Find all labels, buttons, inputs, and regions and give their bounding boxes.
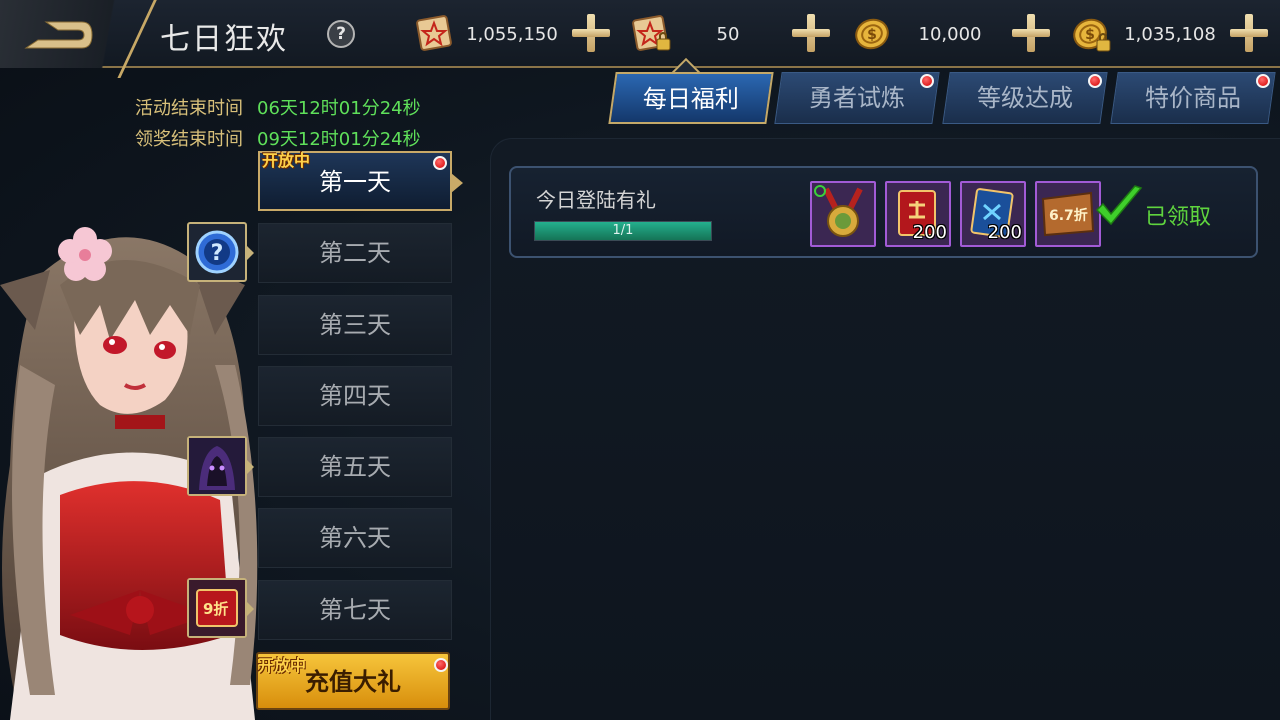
back-arrow-icon [24, 21, 93, 49]
notification-dot [434, 658, 448, 672]
day-label: 第一天 [319, 168, 391, 196]
resource-value: 10,000 [918, 24, 982, 45]
notification-dot [433, 156, 447, 170]
scroll-pentagram-icon [416, 15, 452, 51]
reward-count: 200 [987, 222, 1022, 243]
mystery-orb-icon: ? [195, 230, 239, 274]
check-icon [1095, 185, 1143, 226]
day-label: 第五天 [319, 453, 391, 481]
day-4-button[interactable]: 第四天 [258, 366, 452, 426]
day-2-button[interactable]: 第二天 [258, 223, 452, 283]
resource-value: 1,035,108 [1124, 24, 1216, 45]
coupon-text: 6.7折 [1049, 208, 1088, 224]
task-progress-bar: 1/1 [534, 221, 712, 241]
page-title: 七日狂欢 [160, 22, 288, 57]
event-end-time: 活动结束时间 06天12时01分24秒 [135, 94, 421, 120]
resource-locked-gold: $ 1,035,108 [1070, 12, 1240, 56]
gold-coin-icon: $ [855, 18, 889, 50]
tab-daily-welfare[interactable]: 每日福利 [608, 72, 774, 124]
day-1-button[interactable]: 开放中 第一天 [258, 151, 463, 211]
svg-text:?: ? [211, 241, 224, 266]
resource-locked-scroll: 50 [630, 12, 790, 56]
tab-label: 等级达成 [977, 84, 1073, 112]
tab-label: 勇者试炼 [809, 84, 905, 112]
top-bar: 七日狂欢 ? 1,055,150 50 $ 10,000 $ 1,035,108 [0, 0, 1280, 78]
tab-level-reached[interactable]: 等级达成 [942, 72, 1108, 124]
reward-slot[interactable]: 200 [960, 181, 1026, 247]
day-label: 第七天 [319, 596, 391, 624]
add-locked-scroll-button[interactable] [792, 14, 830, 52]
claim-end-time: 领奖结束时间 09天12时01分24秒 [135, 125, 421, 151]
reward-slot[interactable]: 6.7折 [1035, 181, 1101, 247]
day-3-button[interactable]: 第三天 [258, 295, 452, 355]
reward-slot[interactable]: 200 [885, 181, 951, 247]
svg-text:$: $ [867, 27, 877, 43]
day-7-button[interactable]: 第七天 [258, 580, 452, 640]
tab-special-offers[interactable]: 特价商品 [1110, 72, 1276, 124]
resource-value: 1,055,150 [466, 24, 558, 45]
add-locked-gold-button[interactable] [1230, 14, 1268, 52]
day-label: 第二天 [319, 239, 391, 267]
event-end-value: 06天12时01分24秒 [257, 98, 421, 119]
day-5-button[interactable]: 第五天 [258, 437, 452, 497]
day-label: 第六天 [319, 524, 391, 552]
recharge-label: 充值大礼 [305, 668, 401, 696]
add-scroll-button[interactable] [572, 14, 610, 52]
back-button[interactable] [0, 0, 160, 78]
hooded-hero-icon [189, 438, 245, 494]
add-gold-button[interactable] [1012, 14, 1050, 52]
task-title: 今日登陆有礼 [536, 188, 656, 212]
reward-slot[interactable] [810, 181, 876, 247]
tab-label: 每日福利 [642, 85, 739, 113]
medal-icon [812, 183, 874, 245]
svg-text:$: $ [1085, 27, 1095, 43]
claim-end-label: 领奖结束时间 [135, 129, 243, 150]
claim-end-value: 09天12时01分24秒 [257, 129, 421, 150]
resource-value: 50 [716, 24, 740, 45]
notification-dot [1256, 74, 1270, 88]
event-end-label: 活动结束时间 [135, 98, 243, 119]
question-icon[interactable]: ? [327, 20, 355, 48]
day-5-preview[interactable] [187, 436, 254, 496]
day-label: 第四天 [319, 382, 391, 410]
discount-card-text: 9折 [203, 600, 229, 618]
notification-dot [1088, 74, 1102, 88]
tab-hero-trial[interactable]: 勇者试炼 [774, 72, 940, 124]
progress-text: 1/1 [612, 223, 634, 238]
day-label: 第三天 [319, 311, 391, 339]
open-tag: 开放中 [262, 151, 311, 170]
resource-gold: $ 10,000 [850, 12, 1010, 56]
scroll-locked-icon [632, 15, 671, 51]
gold-coin-locked-icon: $ [1073, 18, 1111, 52]
recharge-gift-button[interactable]: 开放中 充值大礼 [256, 652, 450, 710]
day-7-preview[interactable]: 9折 [187, 578, 254, 638]
open-tag: 开放中 [258, 656, 307, 675]
tab-label: 特价商品 [1145, 84, 1241, 112]
day-6-button[interactable]: 第六天 [258, 508, 452, 568]
notification-dot [920, 74, 934, 88]
day-2-preview[interactable]: ? [187, 222, 254, 282]
claimed-status: 已领取 [1145, 205, 1212, 230]
reward-count: 200 [912, 222, 947, 243]
resource-scroll: 1,055,150 [412, 12, 572, 56]
